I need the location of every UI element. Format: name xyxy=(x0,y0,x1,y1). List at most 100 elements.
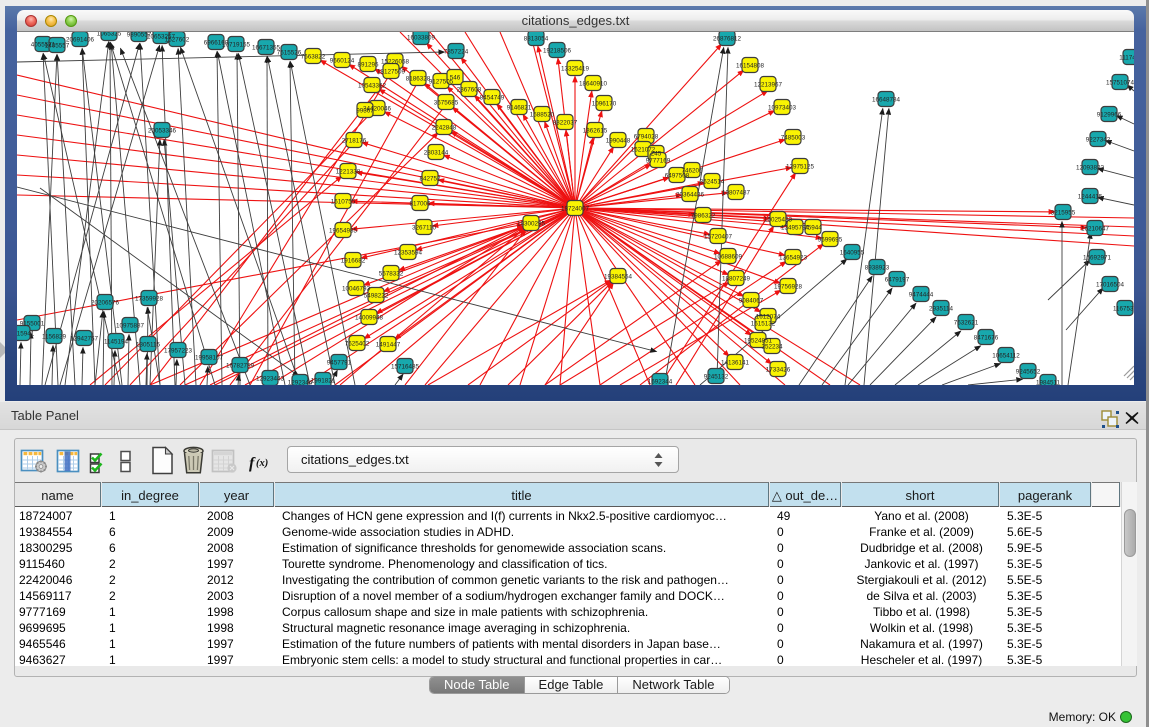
svg-text:12942757: 12942757 xyxy=(70,336,99,343)
svg-text:20053346: 20053346 xyxy=(148,128,177,135)
svg-text:20206576: 20206576 xyxy=(91,300,120,307)
svg-text:7663822: 7663822 xyxy=(301,54,326,61)
svg-text:16154808: 16154808 xyxy=(736,63,765,70)
svg-text:8322037: 8322037 xyxy=(553,120,578,127)
svg-text:8813054: 8813054 xyxy=(524,36,549,43)
svg-text:1527602: 1527602 xyxy=(165,37,190,44)
svg-text:9155001: 9155001 xyxy=(20,321,45,328)
svg-text:8186328: 8186328 xyxy=(406,76,431,83)
svg-text:15720407: 15720407 xyxy=(704,234,733,241)
svg-text:16782759: 16782759 xyxy=(226,363,255,370)
svg-text:12093822: 12093822 xyxy=(1076,165,1105,172)
svg-text:10046793: 10046793 xyxy=(342,286,371,293)
svg-text:9699695: 9699695 xyxy=(818,237,843,244)
svg-text:7857224: 7857224 xyxy=(444,49,469,56)
svg-text:26876812: 26876812 xyxy=(713,36,742,43)
svg-text:19756928: 19756928 xyxy=(774,284,803,291)
svg-text:10688609: 10688609 xyxy=(714,254,743,261)
svg-text:15692971: 15692971 xyxy=(1083,255,1112,262)
svg-text:17359928: 17359928 xyxy=(135,296,164,303)
svg-text:3675685: 3675685 xyxy=(434,100,459,107)
svg-text:1145194: 1145194 xyxy=(104,339,129,346)
svg-text:1984511: 1984511 xyxy=(1036,380,1061,386)
svg-text:842752: 842752 xyxy=(419,176,441,183)
svg-text:17016504: 17016504 xyxy=(1096,282,1125,289)
svg-text:15226058: 15226058 xyxy=(381,59,410,66)
svg-text:3624514: 3624514 xyxy=(700,179,725,186)
svg-text:13654923: 13654923 xyxy=(779,255,808,262)
svg-text:1292344: 1292344 xyxy=(288,380,313,386)
svg-text:1221338: 1221338 xyxy=(336,169,361,176)
svg-text:1610755: 1610755 xyxy=(331,199,356,206)
svg-text:9245652: 9245652 xyxy=(1016,369,1041,376)
svg-text:6479197: 6479197 xyxy=(885,277,910,284)
svg-text:10543362: 10543362 xyxy=(358,83,387,90)
svg-text:9660124: 9660124 xyxy=(330,58,355,65)
svg-text:9457791: 9457791 xyxy=(327,360,352,367)
svg-text:20364436: 20364436 xyxy=(676,192,705,199)
svg-text:1990448: 1990448 xyxy=(606,138,631,145)
svg-text:12923443: 12923443 xyxy=(256,376,285,383)
svg-text:5498222: 5498222 xyxy=(364,293,389,300)
svg-text:2718176: 2718176 xyxy=(342,138,367,145)
svg-text:10975887: 10975887 xyxy=(116,323,145,330)
svg-text:1733426: 1733426 xyxy=(766,367,791,374)
svg-text:7632621: 7632621 xyxy=(954,320,979,327)
svg-text:1612074: 1612074 xyxy=(756,314,781,321)
svg-text:1167537: 1167537 xyxy=(1113,306,1134,313)
svg-text:18807249: 18807249 xyxy=(722,276,751,283)
svg-text:99367: 99367 xyxy=(356,108,374,115)
svg-text:3215955: 3215955 xyxy=(1051,210,1076,217)
svg-text:9129966: 9129966 xyxy=(1097,112,1122,119)
svg-text:10973403: 10973403 xyxy=(768,105,797,112)
svg-text:18640910: 18640910 xyxy=(579,81,608,88)
svg-text:2803144: 2803144 xyxy=(424,150,449,157)
svg-text:19384554: 19384554 xyxy=(604,274,633,281)
svg-text:891295: 891295 xyxy=(357,62,379,69)
svg-text:18127509: 18127509 xyxy=(377,69,406,76)
svg-text:(x): (x) xyxy=(256,458,268,469)
svg-text:1156829: 1156829 xyxy=(42,334,67,341)
svg-text:9146821: 9146821 xyxy=(507,105,532,112)
svg-text:3915941: 3915941 xyxy=(17,331,35,338)
svg-text:1244415: 1244415 xyxy=(1078,194,1103,201)
svg-text:7515526: 7515526 xyxy=(277,50,302,57)
svg-text:9777169: 9777169 xyxy=(646,158,671,165)
svg-text:1491447: 1491447 xyxy=(376,342,401,349)
svg-text:10025433: 10025433 xyxy=(764,217,793,224)
svg-text:817006: 817006 xyxy=(409,201,431,208)
svg-text:10807487: 10807487 xyxy=(722,190,751,197)
svg-text:1916682: 1916682 xyxy=(341,258,366,265)
svg-text:9474444: 9474444 xyxy=(909,292,934,299)
svg-text:f: f xyxy=(249,455,256,472)
svg-text:2242848: 2242848 xyxy=(432,125,457,132)
svg-text:1065325: 1065325 xyxy=(97,32,122,38)
svg-text:5578332: 5578332 xyxy=(379,271,404,278)
svg-text:9245132: 9245132 xyxy=(704,374,729,381)
svg-text:1615132: 1615132 xyxy=(751,321,776,328)
svg-text:1991821: 1991821 xyxy=(311,378,336,385)
svg-text:6794028: 6794028 xyxy=(634,134,659,141)
svg-text:1117482: 1117482 xyxy=(1119,55,1134,62)
svg-text:16210647: 16210647 xyxy=(1081,226,1110,233)
svg-text:19654985: 19654985 xyxy=(329,228,358,235)
svg-text:546: 546 xyxy=(450,75,461,82)
svg-text:12353594: 12353594 xyxy=(394,250,423,257)
svg-text:1692344: 1692344 xyxy=(648,379,673,386)
svg-text:15751074: 15751074 xyxy=(1106,80,1134,87)
svg-text:2367608: 2367608 xyxy=(457,87,482,94)
svg-text:8454749: 8454749 xyxy=(480,95,505,102)
svg-text:7485003: 7485003 xyxy=(781,135,806,142)
svg-text:1362615: 1362615 xyxy=(583,128,608,135)
svg-text:252234: 252234 xyxy=(761,344,783,351)
svg-text:10654112: 10654112 xyxy=(992,353,1020,360)
svg-text:3267110: 3267110 xyxy=(412,225,437,232)
svg-text:8471676: 8471676 xyxy=(974,335,999,342)
svg-text:17957223: 17957223 xyxy=(164,348,193,355)
svg-text:20691406: 20691406 xyxy=(66,37,95,44)
svg-text:14009948: 14009948 xyxy=(355,315,384,322)
svg-text:1640955: 1640955 xyxy=(840,250,865,257)
svg-text:14136141: 14136141 xyxy=(721,360,750,367)
svg-text:16648784: 16648784 xyxy=(872,97,901,104)
svg-text:9227342: 9227342 xyxy=(1086,137,1111,144)
